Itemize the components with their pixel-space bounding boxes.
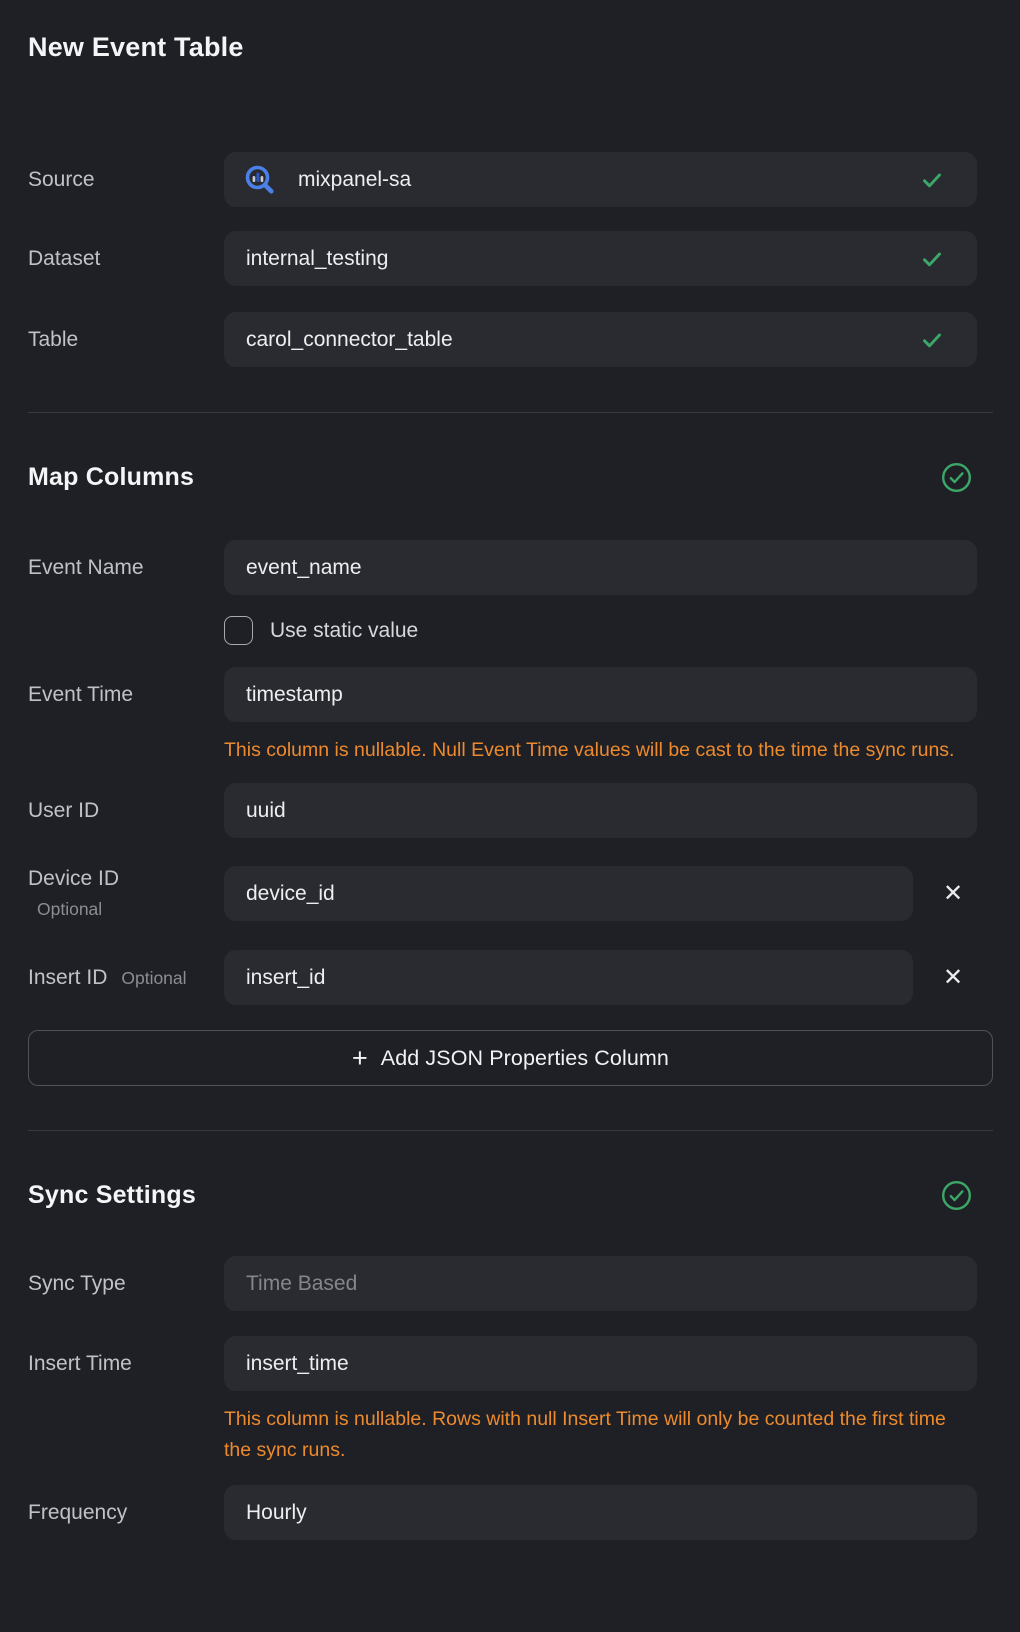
sync-type-value: Time Based (246, 1272, 357, 1296)
insert-id-label: Insert ID (28, 966, 107, 990)
dataset-row: Dataset internal_testing (28, 231, 993, 286)
event-time-row: Event Time timestamp (28, 667, 993, 722)
event-time-input[interactable]: timestamp (224, 667, 977, 722)
sync-type-input: Time Based (224, 1256, 977, 1311)
dataset-value: internal_testing (246, 247, 388, 271)
user-id-input[interactable]: uuid (224, 783, 977, 838)
sync-type-label: Sync Type (28, 1272, 126, 1295)
add-json-properties-label: Add JSON Properties Column (381, 1046, 669, 1071)
table-input[interactable]: carol_connector_table (224, 312, 977, 367)
frequency-row: Frequency Hourly (28, 1485, 993, 1540)
table-value: carol_connector_table (246, 328, 453, 352)
page-title: New Event Table (28, 30, 993, 64)
mixpanel-logo-icon (243, 163, 277, 197)
event-time-value: timestamp (246, 683, 343, 707)
event-time-label: Event Time (28, 683, 133, 706)
use-static-value-checkbox[interactable] (224, 616, 253, 645)
insert-time-label: Insert Time (28, 1352, 132, 1375)
dataset-label: Dataset (28, 247, 100, 270)
x-icon: ✕ (943, 882, 963, 906)
insert-time-nullable-warning: This column is nullable. Rows with null … (224, 1404, 972, 1466)
user-id-value: uuid (246, 799, 286, 823)
insert-id-remove-button[interactable]: ✕ (913, 950, 993, 1005)
insert-id-input[interactable]: insert_id (224, 950, 913, 1005)
insert-time-input[interactable]: insert_time (224, 1336, 977, 1391)
frequency-label: Frequency (28, 1501, 127, 1524)
source-input[interactable]: mixpanel-sa (224, 152, 977, 207)
table-label: Table (28, 328, 78, 351)
valid-check-icon (919, 246, 945, 272)
event-name-value: event_name (246, 556, 362, 580)
device-id-row: Device ID Optional device_id ✕ (28, 866, 993, 921)
device-id-label: Device ID (28, 867, 119, 890)
table-row: Table carol_connector_table (28, 312, 993, 367)
sync-settings-header: Sync Settings (28, 1179, 993, 1211)
source-value: mixpanel-sa (298, 168, 411, 192)
source-row: Source mixpanel-sa (28, 152, 993, 207)
insert-time-row: Insert Time insert_time (28, 1336, 993, 1391)
user-id-row: User ID uuid (28, 783, 993, 838)
map-columns-header: Map Columns (28, 461, 993, 493)
event-name-input[interactable]: event_name (224, 540, 977, 595)
valid-check-icon (919, 327, 945, 353)
x-icon: ✕ (943, 966, 963, 990)
valid-check-icon (919, 167, 945, 193)
event-name-row: Event Name event_name (28, 540, 993, 595)
section-complete-check-icon (941, 462, 972, 493)
device-id-remove-button[interactable]: ✕ (913, 866, 993, 921)
section-divider (28, 1130, 993, 1131)
map-columns-title: Map Columns (28, 463, 194, 492)
frequency-input[interactable]: Hourly (224, 1485, 977, 1540)
new-event-table-form: New Event Table Source mixpanel-sa Datas… (0, 0, 1020, 1540)
device-id-optional-tag: Optional (37, 899, 224, 920)
source-label: Source (28, 168, 95, 191)
insert-time-value: insert_time (246, 1352, 349, 1376)
plus-icon: + (352, 1045, 368, 1072)
dataset-input[interactable]: internal_testing (224, 231, 977, 286)
add-json-properties-button[interactable]: + Add JSON Properties Column (28, 1030, 993, 1086)
section-divider (28, 412, 993, 413)
use-static-value-label: Use static value (270, 619, 418, 643)
section-complete-check-icon (941, 1180, 972, 1211)
insert-id-optional-tag: Optional (121, 968, 186, 989)
event-name-label: Event Name (28, 556, 144, 579)
insert-id-row: Insert ID Optional insert_id ✕ (28, 950, 993, 1005)
frequency-value: Hourly (246, 1501, 307, 1525)
static-value-row: Use static value (224, 615, 993, 646)
device-id-input[interactable]: device_id (224, 866, 913, 921)
sync-type-row: Sync Type Time Based (28, 1256, 993, 1311)
sync-settings-title: Sync Settings (28, 1181, 196, 1210)
device-id-value: device_id (246, 882, 335, 906)
event-time-nullable-warning: This column is nullable. Null Event Time… (224, 735, 972, 766)
insert-id-value: insert_id (246, 966, 325, 990)
user-id-label: User ID (28, 799, 99, 822)
